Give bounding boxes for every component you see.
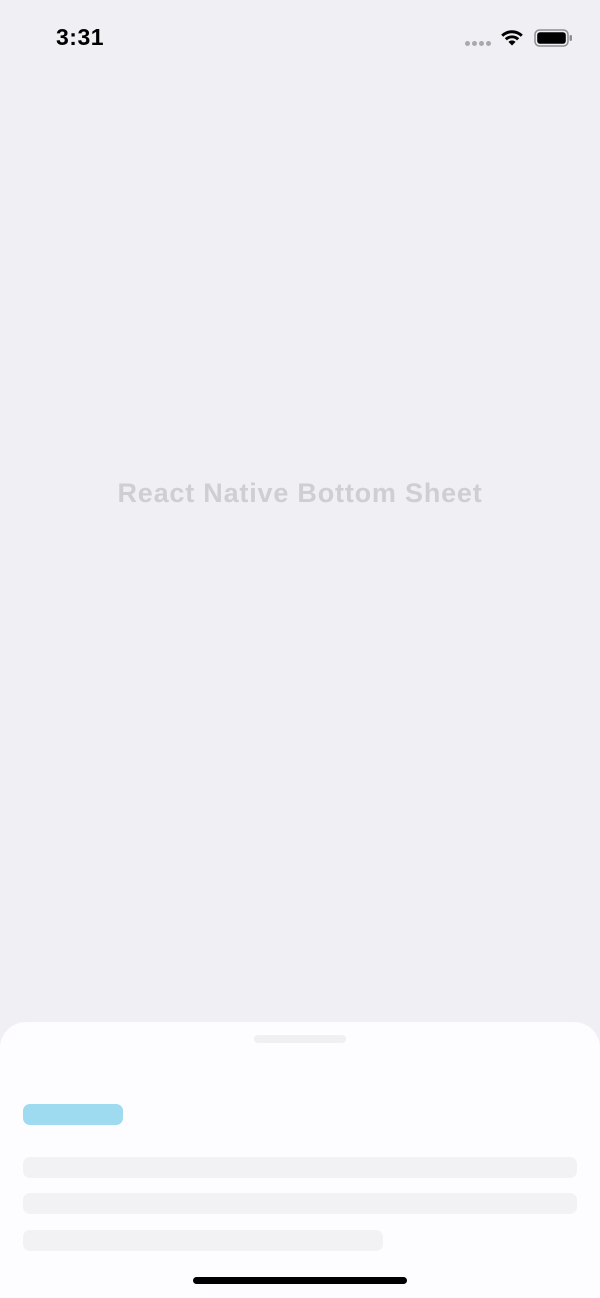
status-time: 3:31	[56, 24, 105, 50]
status-bar: 3:31	[0, 0, 600, 76]
page-title: React Native Bottom Sheet	[117, 478, 483, 508]
skeleton-title-placeholder	[23, 1104, 123, 1125]
bottom-sheet[interactable]	[0, 1022, 600, 1298]
skeleton-line-placeholder	[23, 1230, 383, 1251]
battery-icon	[534, 29, 572, 47]
wifi-icon	[501, 30, 523, 46]
drag-handle-icon[interactable]	[254, 1035, 346, 1043]
skeleton-line-placeholder	[23, 1157, 577, 1178]
skeleton-line-placeholder	[23, 1193, 577, 1214]
cellular-signal-icon	[465, 41, 493, 47]
home-indicator[interactable]	[193, 1277, 407, 1284]
